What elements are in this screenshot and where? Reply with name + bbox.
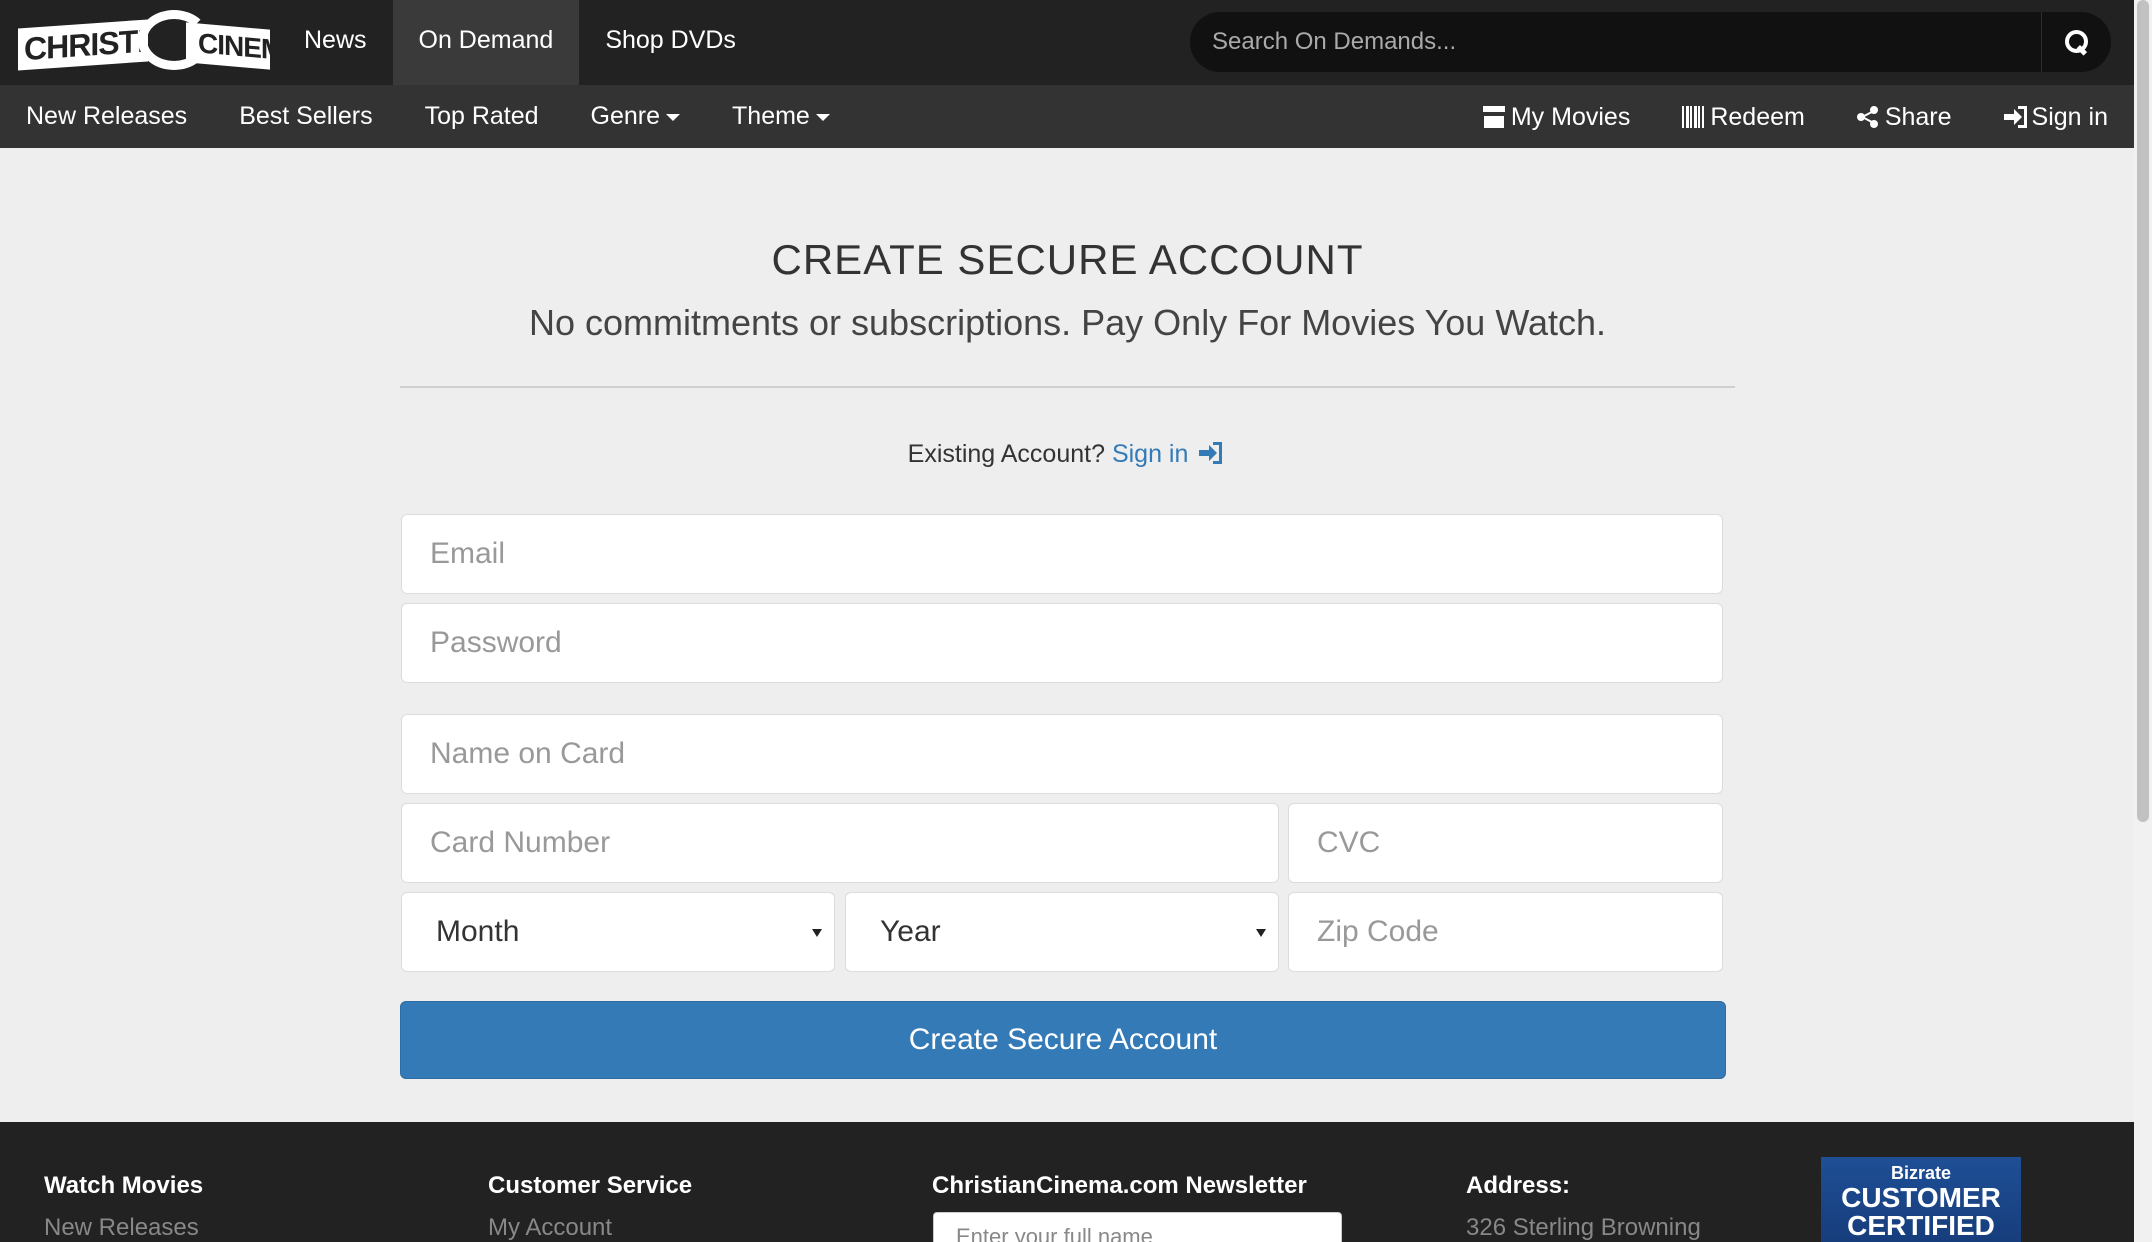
footer-heading: ChristianCinema.com Newsletter (932, 1172, 1307, 1199)
redeem-link[interactable]: Redeem (1656, 85, 1831, 148)
card-number-field[interactable] (402, 804, 1278, 882)
page-subtitle: No commitments or subscriptions. Pay Onl… (528, 302, 1607, 343)
nav-genre-dropdown[interactable]: Genre (565, 85, 706, 148)
select-arrow-icon (1256, 929, 1266, 937)
newsletter-name-field[interactable] (934, 1213, 1341, 1242)
month-select[interactable]: Month (401, 892, 835, 972)
archive-icon (1482, 105, 1505, 128)
sign-in-link[interactable]: Sign in (1978, 85, 2134, 148)
vertical-scrollbar[interactable] (2134, 0, 2152, 1242)
year-select[interactable]: Year (845, 892, 1279, 972)
nav-on-demand[interactable]: On Demand (392, 0, 580, 85)
caret-down-icon (815, 113, 830, 121)
footer-customer-service: Customer Service My Account (488, 1172, 692, 1242)
footer-heading: Address: (1466, 1172, 1571, 1199)
footer-newsletter: ChristianCinema.com Newsletter (932, 1172, 1307, 1200)
footer-link-my-account[interactable]: My Account (488, 1214, 692, 1242)
name-on-card-wrapper (401, 714, 1723, 794)
cvc-wrapper (1288, 803, 1723, 883)
my-movies-link[interactable]: My Movies (1457, 85, 1656, 148)
name-on-card-field[interactable] (402, 715, 1722, 793)
christian-cinema-logo[interactable]: CHRISTIAN CINEMA (18, 10, 302, 72)
address-line: 326 Sterling Browning (1466, 1214, 1701, 1241)
nav-top-rated[interactable]: Top Rated (399, 85, 565, 148)
search-input[interactable] (1212, 12, 2022, 72)
year-select-value: Year (880, 915, 941, 948)
footer-heading: Customer Service (488, 1172, 693, 1199)
create-account-section: CREATE SECURE ACCOUNT No commitments or … (0, 148, 2134, 1122)
search-button[interactable] (2041, 12, 2111, 72)
card-number-wrapper (401, 803, 1279, 883)
primary-nav: News On Demand Shop DVDs (278, 0, 762, 85)
scrollbar-thumb[interactable] (2137, 0, 2149, 822)
sign-in-icon (1199, 442, 1223, 464)
zip-code-wrapper (1288, 892, 1723, 972)
existing-account-prompt: Existing Account? Sign in (400, 440, 1735, 469)
footer-watch-movies: Watch Movies New Releases (44, 1172, 203, 1242)
footer: Watch Movies New Releases Customer Servi… (0, 1122, 2134, 1242)
month-select-value: Month (436, 915, 520, 948)
share-icon (1856, 105, 1879, 128)
share-link[interactable]: Share (1831, 85, 1978, 148)
footer-heading: Watch Movies (44, 1172, 204, 1199)
top-navbar: CHRISTIAN CINEMA News On Demand Shop DVD… (0, 0, 2134, 85)
search-bar (1190, 12, 2111, 72)
account-nav: My Movies Redeem Share Sign in (1457, 85, 2134, 148)
nav-shop-dvds[interactable]: Shop DVDs (579, 0, 762, 85)
nav-theme-dropdown[interactable]: Theme (706, 85, 856, 148)
sign-in-icon (2003, 105, 2027, 128)
form-sign-in-link[interactable]: Sign in (1112, 440, 1227, 468)
password-field-wrapper (401, 603, 1723, 683)
cvc-field[interactable] (1289, 804, 1722, 882)
newsletter-name-wrapper (933, 1212, 1342, 1242)
divider (400, 386, 1735, 388)
bizrate-badge[interactable]: Bizrate CUSTOMER CERTIFIED (1821, 1157, 2021, 1242)
footer-link-new-releases[interactable]: New Releases (44, 1214, 203, 1242)
zip-code-field[interactable] (1289, 893, 1722, 971)
search-icon (2064, 30, 2089, 54)
barcode-icon (1682, 105, 1705, 128)
secondary-navbar: New Releases Best Sellers Top Rated Genr… (0, 85, 2134, 148)
category-nav: New Releases Best Sellers Top Rated Genr… (0, 85, 856, 148)
create-account-button[interactable]: Create Secure Account (400, 1001, 1726, 1079)
email-field-wrapper (401, 514, 1723, 594)
page-title: CREATE SECURE ACCOUNT (771, 236, 1364, 283)
footer-address: Address: 326 Sterling Browning (1466, 1172, 1701, 1242)
nav-new-releases[interactable]: New Releases (0, 85, 213, 148)
password-field[interactable] (402, 604, 1722, 682)
select-arrow-icon (812, 929, 822, 937)
nav-best-sellers[interactable]: Best Sellers (213, 85, 398, 148)
email-field[interactable] (402, 515, 1722, 593)
caret-down-icon (666, 113, 681, 121)
nav-news[interactable]: News (278, 0, 393, 85)
